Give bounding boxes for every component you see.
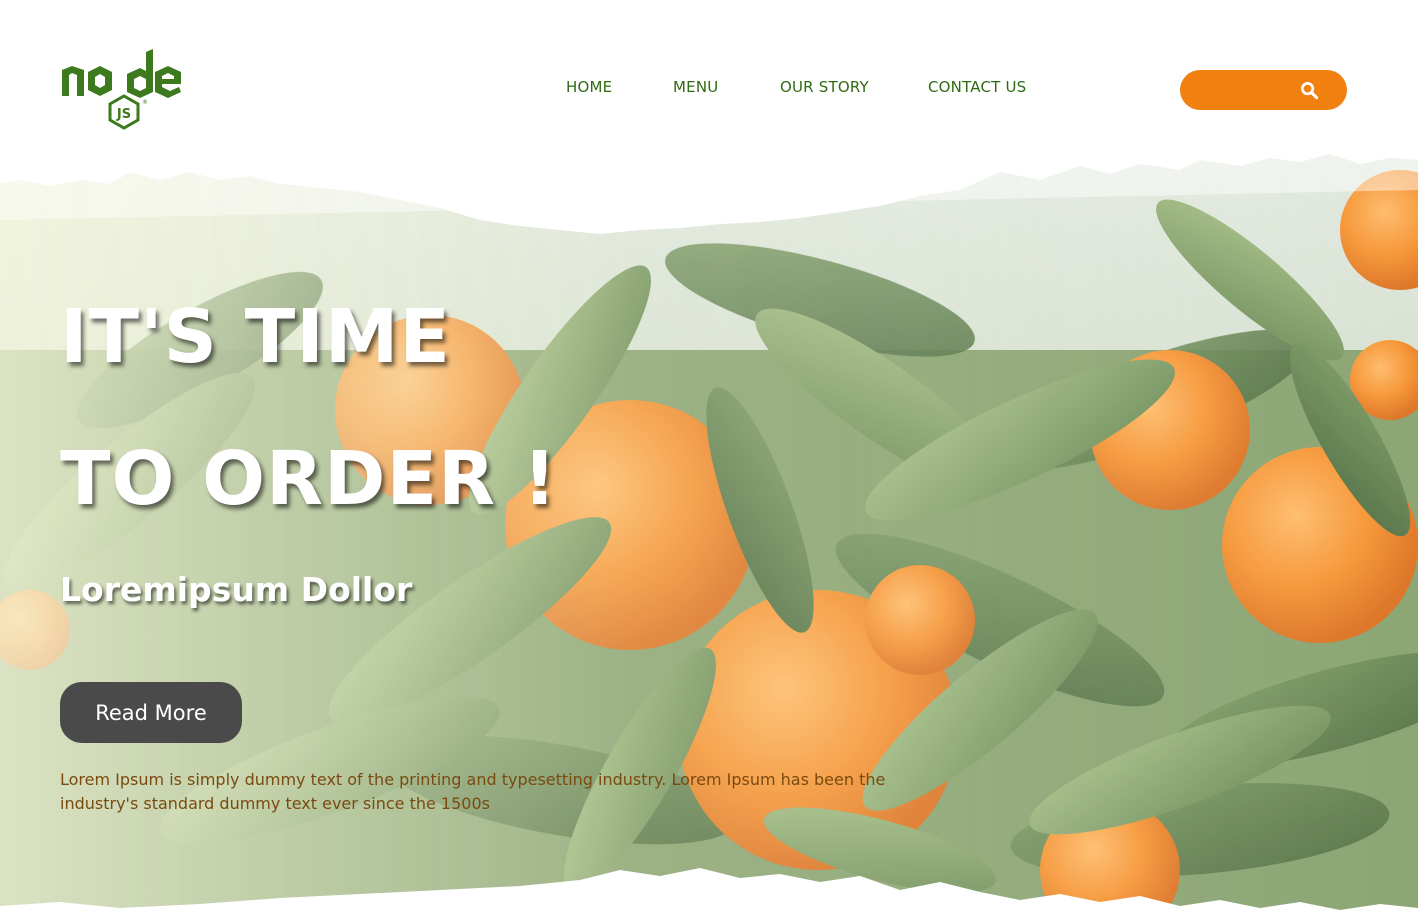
search-icon	[1301, 82, 1319, 100]
hero-headline-line1: IT'S TIME	[60, 294, 451, 380]
svg-text:®: ®	[142, 99, 148, 106]
hero-headline-line2: TO ORDER !	[60, 436, 558, 522]
search-button[interactable]	[1180, 70, 1347, 110]
svg-text:JS: JS	[116, 107, 131, 122]
nav-contact-us-link[interactable]: CONTACT US	[928, 78, 1026, 96]
nav-our-story-link[interactable]: OUR STORY	[780, 78, 869, 96]
nodejs-logo-graphic: JS ®	[62, 49, 181, 130]
read-more-button[interactable]: Read More	[60, 682, 242, 743]
site-header: JS ® HOME MENU OUR STORY CONTACT US	[0, 0, 1418, 150]
hero-subtitle: Loremipsum Dollor	[60, 570, 413, 609]
nodejs-logo[interactable]: JS ®	[58, 48, 192, 132]
nav-menu-link[interactable]: MENU	[673, 78, 718, 96]
nav-home-link[interactable]: HOME	[566, 78, 612, 96]
hero-description: Lorem Ipsum is simply dummy text of the …	[60, 770, 886, 813]
